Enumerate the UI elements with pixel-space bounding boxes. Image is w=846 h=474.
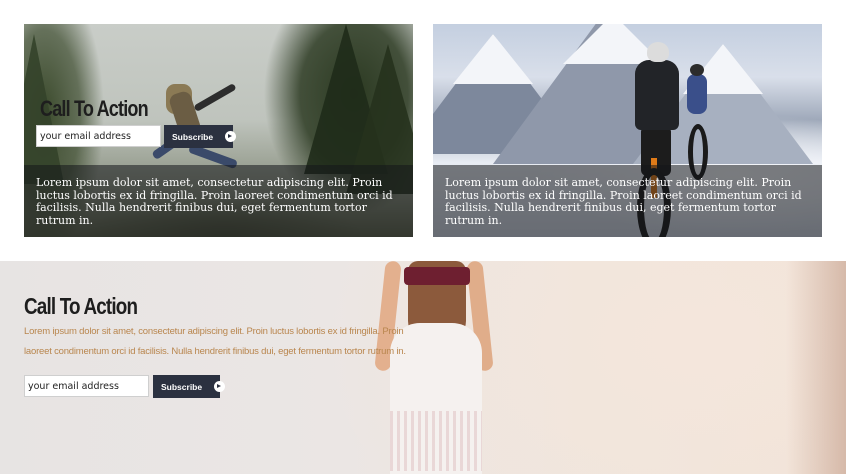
jumping-person-figure [142,74,242,174]
card-cta-title: Call To Action [40,96,149,121]
woman-figure [360,261,510,474]
card-caption: Lorem ipsum dolor sit amet, consectetur … [36,176,393,227]
arrow-right-circle-icon [214,381,226,392]
card-subscribe-button[interactable]: Subscribe [164,125,237,148]
hero-shade [786,261,846,474]
cta-card-mountain: Lorem ipsum dolor sit amet, consectetur … [433,24,822,237]
hero-subscribe-button[interactable]: Subscribe [153,375,226,398]
cta-card-forest: Call To Action Subscribe Lorem ipsum dol… [24,24,413,237]
hero-email-input[interactable] [24,375,149,397]
hero-description: Lorem ipsum dolor sit amet, consectetur … [24,326,406,357]
hero-cta-title: Call To Action [24,293,138,319]
cta-hero-banner: Call To Action Lorem ipsum dolor sit ame… [0,261,846,474]
subscribe-button-label: Subscribe [161,381,203,392]
card-email-input[interactable] [36,125,161,147]
snow-cap [453,34,533,84]
subscribe-button-label: Subscribe [172,131,214,142]
card-caption: Lorem ipsum dolor sit amet, consectetur … [445,176,802,227]
